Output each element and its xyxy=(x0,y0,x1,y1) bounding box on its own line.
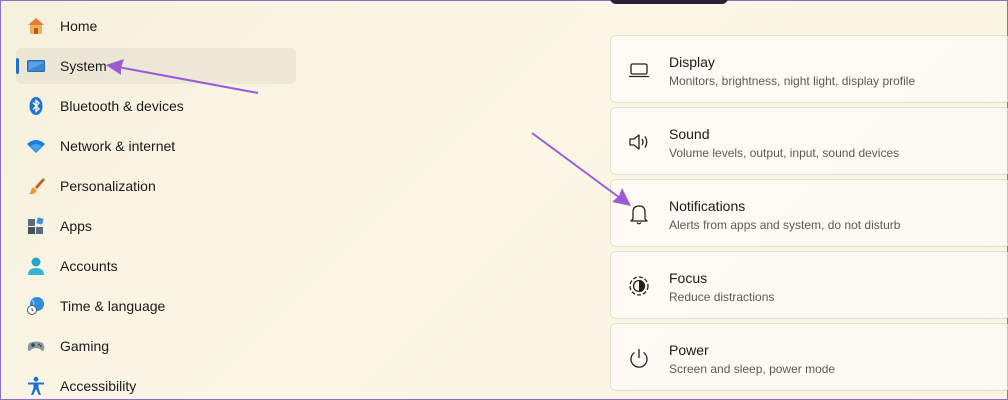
bell-icon xyxy=(627,202,651,226)
card-subtitle: Alerts from apps and system, do not dist… xyxy=(669,218,901,232)
focus-icon xyxy=(627,274,651,298)
sidebar-item-label: Apps xyxy=(60,218,92,234)
sidebar-item-label: System xyxy=(60,58,107,74)
card-title: Notifications xyxy=(669,198,746,214)
sidebar-item-system[interactable]: System xyxy=(16,48,296,84)
sidebar-nav: Home System Bluetooth & devices Network … xyxy=(0,0,310,400)
monitor-icon xyxy=(26,56,46,76)
globe-clock-icon xyxy=(26,296,46,316)
card-subtitle: Reduce distractions xyxy=(669,290,775,304)
card-subtitle: Volume levels, output, input, sound devi… xyxy=(669,146,900,160)
sidebar-item-label: Personalization xyxy=(60,178,156,194)
card-subtitle: Monitors, brightness, night light, displ… xyxy=(669,74,916,88)
card-title: Display xyxy=(669,54,715,70)
home-icon xyxy=(26,16,46,36)
top-tab-edge xyxy=(610,0,728,4)
sidebar-item-label: Accounts xyxy=(60,258,118,274)
speaker-icon xyxy=(627,130,651,154)
sidebar-item-home[interactable]: Home xyxy=(16,8,296,44)
sidebar-item-label: Accessibility xyxy=(60,378,137,394)
gamepad-icon xyxy=(26,336,46,356)
paintbrush-icon xyxy=(26,176,46,196)
display-icon xyxy=(627,58,651,82)
sidebar-item-label: Network & internet xyxy=(60,138,176,154)
apps-icon xyxy=(26,216,46,236)
card-title: Focus xyxy=(669,270,708,286)
power-icon xyxy=(627,346,651,370)
sidebar-item-label: Home xyxy=(60,18,98,34)
settings-card-sound[interactable]: Sound Volume levels, output, input, soun… xyxy=(610,107,1008,175)
card-title: Sound xyxy=(669,126,710,142)
sidebar-item-time-language[interactable]: Time & language xyxy=(16,288,296,324)
card-title: Power xyxy=(669,342,709,358)
settings-card-focus[interactable]: Focus Reduce distractions xyxy=(610,251,1008,319)
sidebar-item-accounts[interactable]: Accounts xyxy=(16,248,296,284)
sidebar-item-label: Bluetooth & devices xyxy=(60,98,184,114)
accessibility-icon xyxy=(26,376,46,396)
sidebar-item-personalization[interactable]: Personalization xyxy=(16,168,296,204)
bluetooth-icon xyxy=(26,96,46,116)
account-icon xyxy=(26,256,46,276)
card-subtitle: Screen and sleep, power mode xyxy=(669,362,836,376)
sidebar-item-gaming[interactable]: Gaming xyxy=(16,328,296,364)
wifi-icon xyxy=(26,136,46,156)
active-indicator xyxy=(16,58,19,74)
settings-card-power[interactable]: Power Screen and sleep, power mode xyxy=(610,323,1008,391)
sidebar-item-label: Gaming xyxy=(60,338,110,354)
sidebar-item-label: Time & language xyxy=(60,298,166,314)
sidebar-item-bluetooth[interactable]: Bluetooth & devices xyxy=(16,88,296,124)
sidebar-item-accessibility[interactable]: Accessibility xyxy=(16,368,296,400)
sidebar-item-network[interactable]: Network & internet xyxy=(16,128,296,164)
sidebar-item-apps[interactable]: Apps xyxy=(16,208,296,244)
settings-card-notifications[interactable]: Notifications Alerts from apps and syste… xyxy=(610,179,1008,247)
settings-card-display[interactable]: Display Monitors, brightness, night ligh… xyxy=(610,35,1008,103)
